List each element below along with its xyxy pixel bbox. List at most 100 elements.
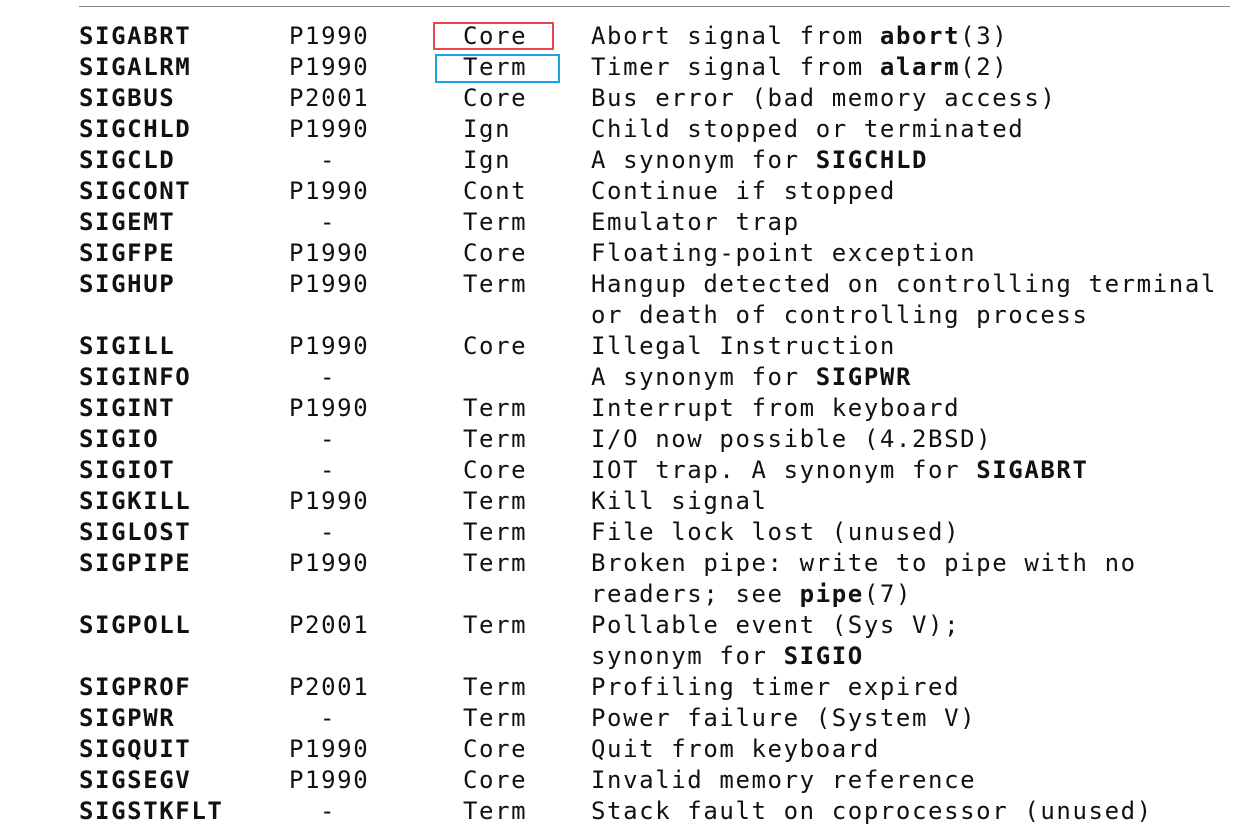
signal-name: SIGPWR: [79, 704, 176, 732]
signal-description: Pollable event (Sys V);: [591, 610, 960, 641]
signal-name: SIGABRT: [79, 22, 192, 50]
signal-standard: P1990: [289, 332, 370, 360]
signal-name: SIGSEGV: [79, 766, 192, 794]
table-row: SIGIO - Term I/O now possible (4.2BSD): [79, 424, 1239, 455]
signal-description: A synonym for SIGCHLD: [591, 145, 928, 176]
table-row: or death of controlling process: [79, 300, 1239, 331]
description-text: Broken pipe: write to pipe with no: [591, 549, 1137, 577]
signal-name: SIGQUIT: [79, 735, 192, 763]
table-row: SIGQUIT P1990 Core Quit from keyboard: [79, 734, 1239, 765]
signal-name: SIGSTKFLT: [79, 797, 224, 825]
description-text: File lock lost (unused): [591, 518, 961, 546]
description-text: or death of controlling process: [591, 301, 1089, 329]
signal-description: I/O now possible (4.2BSD): [591, 424, 992, 455]
table-row: SIGCONT P1990 Cont Continue if stopped: [79, 176, 1239, 207]
signal-action: Core: [463, 735, 528, 763]
description-text: synonym for: [591, 642, 784, 670]
bold-reference: SIGCHLD: [815, 146, 929, 174]
table-row: SIGINT P1990 Term Interrupt from keyboard: [79, 393, 1239, 424]
bold-reference: abort: [879, 22, 961, 50]
signal-name: SIGCLD: [79, 146, 176, 174]
signal-action: Term: [463, 425, 528, 453]
description-text: readers; see: [591, 580, 800, 608]
description-text: Emulator trap: [591, 208, 800, 236]
signal-name: SIGIO: [79, 425, 160, 453]
description-text: Profiling timer expired: [591, 673, 961, 701]
table-row: SIGSEGV P1990 Core Invalid memory reference: [79, 765, 1239, 796]
description-text: Invalid memory reference: [591, 766, 977, 794]
signal-description: Illegal Instruction: [591, 331, 896, 362]
signal-description: Emulator trap: [591, 207, 800, 238]
table-row: SIGPIPE P1990 Term Broken pipe: write to pi…: [79, 548, 1239, 579]
table-row: SIGPROF P2001 Term Profiling timer expired: [79, 672, 1239, 703]
signal-name: SIGPIPE: [79, 549, 192, 577]
description-text: Hangup detected on controlling terminal: [591, 270, 1217, 298]
description-text: Bus error (bad memory access): [591, 84, 1057, 112]
signal-action: Term: [463, 487, 528, 515]
description-text: Pollable event (Sys V);: [591, 611, 961, 639]
signal-name: SIGINT: [79, 394, 176, 422]
signal-action: Core: [463, 766, 528, 794]
signal-action: Core: [463, 22, 528, 50]
table-row: SIGSTKFLT - Term Stack fault on coprocessor…: [79, 796, 1239, 827]
signal-action: Term: [463, 394, 528, 422]
signal-description: Broken pipe: write to pipe with no: [591, 548, 1137, 579]
signal-name: SIGEMT: [79, 208, 176, 236]
signal-action: Cont: [463, 177, 528, 205]
signal-description: Profiling timer expired: [591, 672, 960, 703]
table-row: SIGIOT - Core IOT trap. A synonym for SIGAB…: [79, 455, 1239, 486]
description-text: (3): [960, 22, 1009, 50]
table-row: SIGLOST - Term File lock lost (unused): [79, 517, 1239, 548]
signal-action: Core: [463, 239, 528, 267]
description-text: Power failure (System V): [591, 704, 977, 732]
signal-name: SIGINFO: [79, 363, 192, 391]
table-row: SIGKILL P1990 Term Kill signal: [79, 486, 1239, 517]
signal-description: Floating-point exception: [591, 238, 976, 269]
description-text: A synonym for: [591, 363, 816, 391]
signal-description: readers; see pipe(7): [591, 579, 912, 610]
signal-action: Term: [463, 704, 528, 732]
signal-action: Term: [463, 673, 528, 701]
signal-standard: P2001: [289, 611, 370, 639]
signal-standard: P1990: [289, 115, 370, 143]
signal-standard: -: [320, 518, 337, 546]
signal-standard: -: [320, 363, 337, 391]
signal-standard: P1990: [289, 487, 370, 515]
table-row: readers; see pipe(7): [79, 579, 1239, 610]
description-text: (2): [960, 53, 1009, 81]
signal-standard: -: [320, 208, 337, 236]
signal-action: Term: [463, 797, 528, 825]
signal-standard: P1990: [289, 394, 370, 422]
signal-description: Timer signal from alarm(2): [591, 52, 1008, 83]
table-row: SIGHUP P1990 Term Hangup detected on contro…: [79, 269, 1239, 300]
signal-standard: P1990: [289, 177, 370, 205]
signal-standard: P1990: [289, 735, 370, 763]
description-text: Timer signal from: [591, 53, 880, 81]
signal-standard: P1990: [289, 53, 370, 81]
signal-standard: P1990: [289, 549, 370, 577]
signal-standard: P2001: [289, 673, 370, 701]
signal-description: Child stopped or terminated: [591, 114, 1024, 145]
bold-reference: SIGABRT: [976, 456, 1089, 484]
table-row: synonym for SIGIO: [79, 641, 1239, 672]
signal-name: SIGHUP: [79, 270, 176, 298]
table-row: SIGABRT P1990 Core Abort signal from abort(…: [79, 21, 1239, 52]
signal-name: SIGBUS: [79, 84, 176, 112]
signal-standard: P1990: [289, 239, 370, 267]
description-text: Illegal Instruction: [591, 332, 896, 360]
description-text: (7): [863, 580, 912, 608]
signal-standard: -: [320, 797, 337, 825]
bold-reference: SIGIO: [783, 642, 864, 670]
description-text: Quit from keyboard: [591, 735, 880, 763]
signal-description: Invalid memory reference: [591, 765, 976, 796]
description-text: IOT trap. A synonym for: [591, 456, 977, 484]
signal-description: Interrupt from keyboard: [591, 393, 960, 424]
table-row: SIGALRM P1990 Term Timer signal from alarm(…: [79, 52, 1239, 83]
table-row: SIGEMT - Term Emulator trap: [79, 207, 1239, 238]
signal-name: SIGIOT: [79, 456, 176, 484]
description-text: Kill signal: [591, 487, 768, 515]
signal-standard: -: [320, 425, 337, 453]
signal-action: Ign: [463, 115, 512, 143]
table-row: SIGPOLL P2001 Term Pollable event (Sys V);: [79, 610, 1239, 641]
signal-description: A synonym for SIGPWR: [591, 362, 912, 393]
